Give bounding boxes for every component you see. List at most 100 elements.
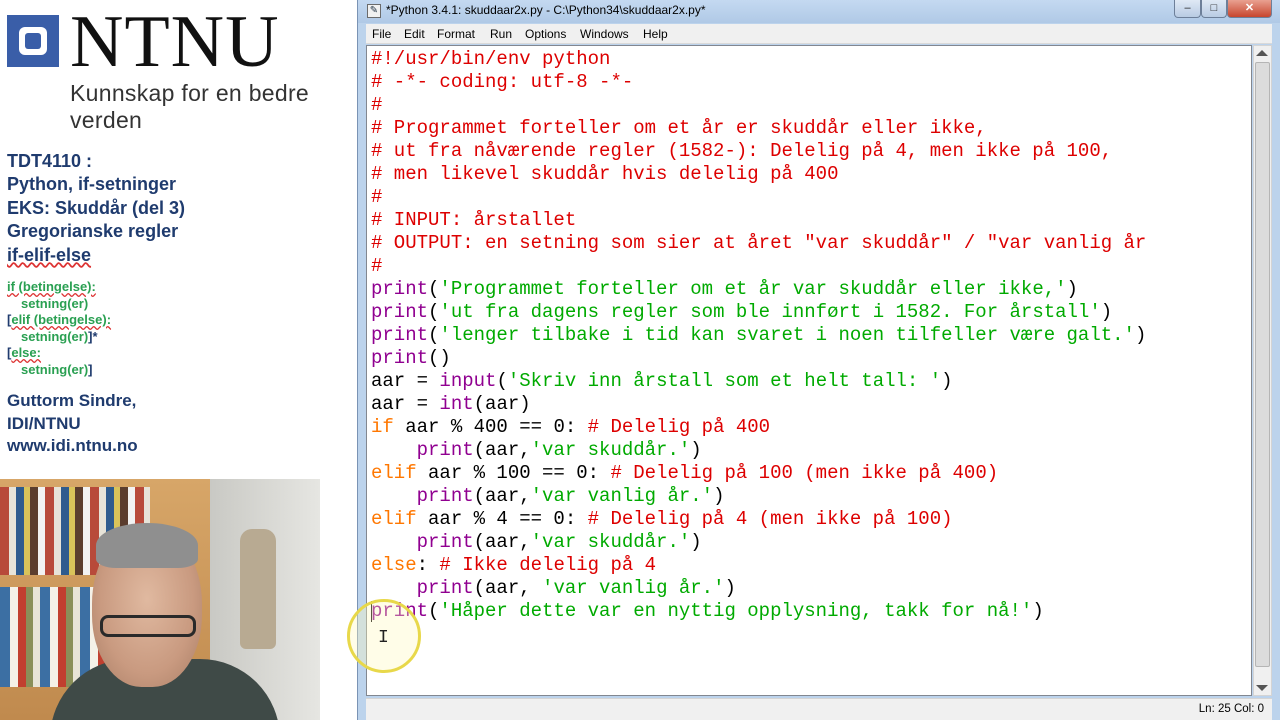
code-token: print	[371, 301, 429, 323]
code-token: (	[428, 301, 440, 323]
presenter-hair	[96, 523, 198, 568]
code-token: )	[713, 485, 725, 507]
syntax-else-body: setning(er)	[21, 361, 89, 377]
code-token: )	[690, 531, 702, 553]
close-button[interactable]: ✕	[1227, 0, 1272, 18]
python-file-icon[interactable]: ✎	[367, 4, 381, 18]
code-token: (aar,	[473, 439, 531, 461]
code-token: (	[428, 324, 440, 346]
code-line[interactable]: print('Håper dette var en nyttig opplysn…	[371, 600, 1146, 623]
code-token: aar =	[371, 393, 440, 415]
code-token: int	[439, 393, 474, 415]
course-line: if-elif-else	[7, 244, 92, 265]
code-token: #	[371, 186, 383, 208]
code-token: # ut fra nåværende regler (1582-): Delel…	[371, 140, 1113, 162]
syntax-else: else:	[11, 345, 41, 361]
code-line[interactable]: print()	[371, 347, 1146, 370]
course-line: Gregorianske regler	[7, 221, 179, 242]
ntnu-tagline: Kunnskap for en bedre verden	[70, 80, 310, 133]
menu-edit[interactable]: Edit	[404, 27, 425, 41]
menu-file[interactable]: File	[372, 27, 391, 41]
code-line[interactable]: # men likevel skuddår hvis delelig på 40…	[371, 163, 1146, 186]
jacket	[240, 529, 276, 649]
cursor-position: Ln: 25 Col: 0	[1198, 703, 1264, 715]
course-line: Python, if-setninger	[7, 174, 177, 195]
menu-format[interactable]: Format	[437, 27, 475, 41]
code-token: 'var vanlig år.'	[542, 577, 725, 599]
code-line[interactable]: #	[371, 186, 1146, 209]
code-token: )	[941, 370, 953, 392]
code-line[interactable]: if aar % 400 == 0: # Delelig på 400	[371, 416, 1146, 439]
code-line[interactable]: # -*- coding: utf-8 -*-	[371, 71, 1146, 94]
maximize-button[interactable]: □	[1201, 0, 1227, 18]
code-line[interactable]: print(aar,'var vanlig år.')	[371, 485, 1146, 508]
syntax-elif: elif (betingelse):	[11, 312, 112, 328]
code-token: elif	[371, 508, 417, 530]
idle-editor-window: ✎ *Python 3.4.1: skuddaar2x.py - C:\Pyth…	[357, 0, 1280, 720]
code-line[interactable]: print(aar,'var skuddår.')	[371, 439, 1146, 462]
code-token: print	[371, 278, 429, 300]
code-token: (aar,	[473, 485, 531, 507]
code-token: # Delelig på 4 (men ikke på 100)	[587, 508, 953, 530]
code-line[interactable]: #	[371, 255, 1146, 278]
code-token: )	[690, 439, 702, 461]
menu-windows[interactable]: Windows	[580, 27, 629, 41]
code-line[interactable]: aar = int(aar)	[371, 393, 1146, 416]
code-token: else	[371, 554, 417, 576]
code-line[interactable]: print('ut fra dagens regler som ble innf…	[371, 301, 1146, 324]
code-token: (aar)	[473, 393, 531, 415]
code-token: print	[416, 439, 474, 461]
code-token: aar % 400 == 0:	[393, 416, 588, 438]
code-token: # Ikke delelig på 4	[439, 554, 657, 576]
code-token: # Delelig på 400	[587, 416, 771, 438]
code-line[interactable]: #	[371, 94, 1146, 117]
scroll-down-arrow-icon[interactable]	[1256, 685, 1268, 691]
author-dept: IDI/NTNU	[7, 413, 81, 433]
code-token: print	[416, 531, 474, 553]
code-token: :	[416, 554, 440, 576]
scrollbar-thumb[interactable]	[1255, 62, 1270, 667]
code-line[interactable]: aar = input('Skriv inn årstall som et he…	[371, 370, 1146, 393]
code-token: if	[371, 416, 394, 438]
code-line[interactable]: print(aar, 'var vanlig år.')	[371, 577, 1146, 600]
menu-options[interactable]: Options	[525, 27, 566, 41]
code-token: # Programmet forteller om et år er skudd…	[371, 117, 987, 139]
syntax-elif-body: setning(er)	[21, 328, 89, 344]
code-line[interactable]: else: # Ikke delelig på 4	[371, 554, 1146, 577]
code-line[interactable]: # Programmet forteller om et år er skudd…	[371, 117, 1146, 140]
ntnu-logo-text: NTNU	[70, 1, 280, 83]
menu-help[interactable]: Help	[643, 27, 668, 41]
code-line[interactable]: elif aar % 100 == 0: # Delelig på 100 (m…	[371, 462, 1146, 485]
webcam-feed	[0, 479, 320, 720]
code-text[interactable]: #!/usr/bin/env python # -*- coding: utf-8…	[371, 48, 1146, 623]
code-line[interactable]: # OUTPUT: en setning som sier at året "v…	[371, 232, 1146, 255]
code-token: #	[371, 94, 383, 116]
author-name: Guttorm Sindre,	[7, 391, 137, 410]
code-token: print	[416, 485, 474, 507]
code-line[interactable]: print('lenger tilbake i tid kan svaret i…	[371, 324, 1146, 347]
title-bar[interactable]: ✎ *Python 3.4.1: skuddaar2x.py - C:\Pyth…	[358, 0, 1280, 23]
scroll-up-arrow-icon[interactable]	[1256, 50, 1268, 56]
code-token: )	[1100, 301, 1113, 323]
code-token: print	[416, 577, 474, 599]
code-token: print	[371, 347, 429, 369]
code-line[interactable]: # INPUT: årstallet	[371, 209, 1146, 232]
syntax-bracket: ]	[88, 361, 93, 377]
minimize-button[interactable]: –	[1174, 0, 1201, 18]
vertical-scrollbar[interactable]	[1253, 45, 1272, 696]
code-editor[interactable]: #!/usr/bin/env python # -*- coding: utf-8…	[366, 45, 1252, 696]
course-line: EKS: Skuddår (del 3)	[7, 197, 186, 218]
code-line[interactable]: elif aar % 4 == 0: # Delelig på 4 (men i…	[371, 508, 1146, 531]
code-line[interactable]: #!/usr/bin/env python	[371, 48, 1146, 71]
code-token: 'var skuddår.'	[530, 531, 691, 553]
code-token: 'ut fra dagens regler som ble innført i …	[439, 301, 1101, 323]
code-line[interactable]: print('Programmet forteller om et år var…	[371, 278, 1146, 301]
code-line[interactable]: # ut fra nåværende regler (1582-): Delel…	[371, 140, 1146, 163]
syntax-else-line: [else:	[7, 345, 111, 362]
syntax-elif-line: [elif (betingelse):	[7, 312, 111, 329]
code-token: (	[496, 370, 508, 392]
code-token: 'Skriv inn årstall som et helt tall: '	[507, 370, 942, 392]
code-line[interactable]: print(aar,'var skuddår.')	[371, 531, 1146, 554]
menu-run[interactable]: Run	[490, 27, 512, 41]
